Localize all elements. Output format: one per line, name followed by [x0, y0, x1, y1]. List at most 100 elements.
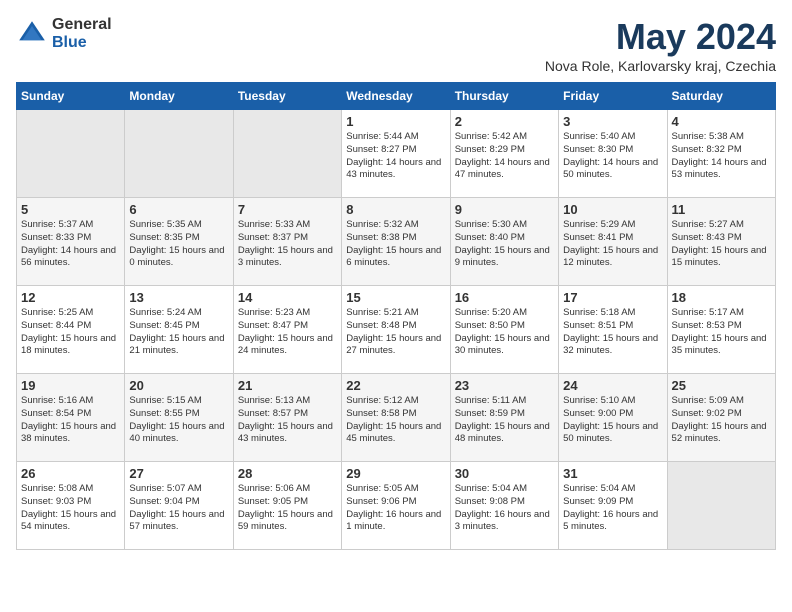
calendar-day-cell: 19Sunrise: 5:16 AM Sunset: 8:54 PM Dayli… [17, 374, 125, 462]
calendar-day-cell: 8 Sunrise: 5:32 AM Sunset: 8:38 PM Daylig… [342, 198, 450, 286]
day-number: 31 [563, 466, 662, 481]
day-number: 8 [346, 202, 445, 217]
day-number: 12 [21, 290, 120, 305]
day-info: Sunrise: 5:15 AM Sunset: 8:55 PM Dayligh… [129, 395, 228, 446]
calendar-day-cell: 20 Sunrise: 5:15 AM Sunset: 8:55 PM Dayli… [125, 374, 233, 462]
day-info: Sunrise: 5:35 AM Sunset: 8:35 PM Dayligh… [129, 219, 228, 270]
day-number: 6 [129, 202, 228, 217]
calendar-day-cell: 26 Sunrise: 5:08 AM Sunset: 9:03 PM Dayli… [17, 462, 125, 550]
calendar-day-cell: 11Sunrise: 5:27 AM Sunset: 8:43 PM Dayli… [667, 198, 775, 286]
calendar-day-cell: 18Sunrise: 5:17 AM Sunset: 8:53 PM Dayli… [667, 286, 775, 374]
calendar-day-cell: 31 Sunrise: 5:04 AM Sunset: 9:09 PM Dayli… [559, 462, 667, 550]
day-info: Sunrise: 5:42 AM Sunset: 8:29 PM Dayligh… [455, 131, 554, 182]
day-info: Sunrise: 5:06 AM Sunset: 9:05 PM Dayligh… [238, 483, 337, 534]
calendar-day-cell: 29 Sunrise: 5:05 AM Sunset: 9:06 PM Dayli… [342, 462, 450, 550]
day-number: 22 [346, 378, 445, 393]
calendar-day-cell: 13 Sunrise: 5:24 AM Sunset: 8:45 PM Dayli… [125, 286, 233, 374]
calendar-day-cell: 14 Sunrise: 5:23 AM Sunset: 8:47 PM Dayli… [233, 286, 341, 374]
calendar-day-cell [233, 110, 341, 198]
calendar-day-cell: 5 Sunrise: 5:37 AM Sunset: 8:33 PM Daylig… [17, 198, 125, 286]
day-number: 5 [21, 202, 120, 217]
calendar-day-cell: 7 Sunrise: 5:33 AM Sunset: 8:37 PM Daylig… [233, 198, 341, 286]
calendar-day-cell [17, 110, 125, 198]
calendar-week-row: 5 Sunrise: 5:37 AM Sunset: 8:33 PM Daylig… [17, 198, 776, 286]
day-info: Sunrise: 5:04 AM Sunset: 9:09 PM Dayligh… [563, 483, 662, 534]
day-number: 4 [672, 114, 771, 129]
day-number: 7 [238, 202, 337, 217]
page-header: General Blue May 2024 Nova Role, Karlova… [16, 16, 776, 74]
calendar-week-row: 19Sunrise: 5:16 AM Sunset: 8:54 PM Dayli… [17, 374, 776, 462]
day-info: Sunrise: 5:33 AM Sunset: 8:37 PM Dayligh… [238, 219, 337, 270]
day-info: Sunrise: 5:44 AM Sunset: 8:27 PM Dayligh… [346, 131, 445, 182]
calendar-day-cell: 16 Sunrise: 5:20 AM Sunset: 8:50 PM Dayli… [450, 286, 558, 374]
calendar-day-cell: 2 Sunrise: 5:42 AM Sunset: 8:29 PM Daylig… [450, 110, 558, 198]
day-number: 19 [21, 378, 120, 393]
day-number: 24 [563, 378, 662, 393]
day-info: Sunrise: 5:29 AM Sunset: 8:41 PM Dayligh… [563, 219, 662, 270]
day-info: Sunrise: 5:09 AM Sunset: 9:02 PM Dayligh… [672, 395, 771, 446]
day-info: Sunrise: 5:13 AM Sunset: 8:57 PM Dayligh… [238, 395, 337, 446]
day-info: Sunrise: 5:32 AM Sunset: 8:38 PM Dayligh… [346, 219, 445, 270]
day-number: 1 [346, 114, 445, 129]
day-number: 3 [563, 114, 662, 129]
day-info: Sunrise: 5:12 AM Sunset: 8:58 PM Dayligh… [346, 395, 445, 446]
day-info: Sunrise: 5:05 AM Sunset: 9:06 PM Dayligh… [346, 483, 445, 534]
day-number: 15 [346, 290, 445, 305]
day-number: 25 [672, 378, 771, 393]
day-info: Sunrise: 5:27 AM Sunset: 8:43 PM Dayligh… [672, 219, 771, 270]
logo-text: General Blue [52, 16, 112, 51]
day-number: 27 [129, 466, 228, 481]
day-number: 10 [563, 202, 662, 217]
logo-icon [16, 18, 48, 50]
calendar-week-row: 1 Sunrise: 5:44 AM Sunset: 8:27 PM Daylig… [17, 110, 776, 198]
day-number: 2 [455, 114, 554, 129]
logo: General Blue [16, 16, 112, 51]
day-number: 28 [238, 466, 337, 481]
day-of-week-header: Thursday [450, 83, 558, 110]
day-info: Sunrise: 5:37 AM Sunset: 8:33 PM Dayligh… [21, 219, 120, 270]
day-of-week-header: Wednesday [342, 83, 450, 110]
day-info: Sunrise: 5:04 AM Sunset: 9:08 PM Dayligh… [455, 483, 554, 534]
day-info: Sunrise: 5:07 AM Sunset: 9:04 PM Dayligh… [129, 483, 228, 534]
month-title: May 2024 [545, 16, 776, 58]
calendar-day-cell: 17 Sunrise: 5:18 AM Sunset: 8:51 PM Dayli… [559, 286, 667, 374]
calendar-day-cell: 6 Sunrise: 5:35 AM Sunset: 8:35 PM Daylig… [125, 198, 233, 286]
title-area: May 2024 Nova Role, Karlovarsky kraj, Cz… [545, 16, 776, 74]
day-number: 16 [455, 290, 554, 305]
day-info: Sunrise: 5:24 AM Sunset: 8:45 PM Dayligh… [129, 307, 228, 358]
day-info: Sunrise: 5:18 AM Sunset: 8:51 PM Dayligh… [563, 307, 662, 358]
logo-blue-text: Blue [52, 34, 112, 52]
day-info: Sunrise: 5:23 AM Sunset: 8:47 PM Dayligh… [238, 307, 337, 358]
day-of-week-header: Tuesday [233, 83, 341, 110]
day-info: Sunrise: 5:21 AM Sunset: 8:48 PM Dayligh… [346, 307, 445, 358]
day-number: 13 [129, 290, 228, 305]
calendar-body: 1 Sunrise: 5:44 AM Sunset: 8:27 PM Daylig… [17, 110, 776, 550]
day-of-week-header: Sunday [17, 83, 125, 110]
calendar-day-cell: 10 Sunrise: 5:29 AM Sunset: 8:41 PM Dayli… [559, 198, 667, 286]
day-number: 20 [129, 378, 228, 393]
calendar-week-row: 12Sunrise: 5:25 AM Sunset: 8:44 PM Dayli… [17, 286, 776, 374]
calendar-day-cell [125, 110, 233, 198]
calendar-day-cell: 3 Sunrise: 5:40 AM Sunset: 8:30 PM Daylig… [559, 110, 667, 198]
calendar-header: SundayMondayTuesdayWednesdayThursdayFrid… [17, 83, 776, 110]
day-info: Sunrise: 5:08 AM Sunset: 9:03 PM Dayligh… [21, 483, 120, 534]
day-info: Sunrise: 5:11 AM Sunset: 8:59 PM Dayligh… [455, 395, 554, 446]
day-number: 14 [238, 290, 337, 305]
day-number: 29 [346, 466, 445, 481]
calendar-day-cell: 30 Sunrise: 5:04 AM Sunset: 9:08 PM Dayli… [450, 462, 558, 550]
day-info: Sunrise: 5:38 AM Sunset: 8:32 PM Dayligh… [672, 131, 771, 182]
day-of-week-header: Monday [125, 83, 233, 110]
calendar-day-cell: 25 Sunrise: 5:09 AM Sunset: 9:02 PM Dayli… [667, 374, 775, 462]
day-number: 30 [455, 466, 554, 481]
calendar-day-cell: 9Sunrise: 5:30 AM Sunset: 8:40 PM Daylig… [450, 198, 558, 286]
day-number: 26 [21, 466, 120, 481]
calendar-day-cell: 12Sunrise: 5:25 AM Sunset: 8:44 PM Dayli… [17, 286, 125, 374]
day-info: Sunrise: 5:40 AM Sunset: 8:30 PM Dayligh… [563, 131, 662, 182]
day-number: 23 [455, 378, 554, 393]
calendar-table: SundayMondayTuesdayWednesdayThursdayFrid… [16, 82, 776, 550]
calendar-day-cell: 21Sunrise: 5:13 AM Sunset: 8:57 PM Dayli… [233, 374, 341, 462]
day-number: 17 [563, 290, 662, 305]
day-number: 9 [455, 202, 554, 217]
day-info: Sunrise: 5:20 AM Sunset: 8:50 PM Dayligh… [455, 307, 554, 358]
calendar-day-cell: 15 Sunrise: 5:21 AM Sunset: 8:48 PM Dayli… [342, 286, 450, 374]
